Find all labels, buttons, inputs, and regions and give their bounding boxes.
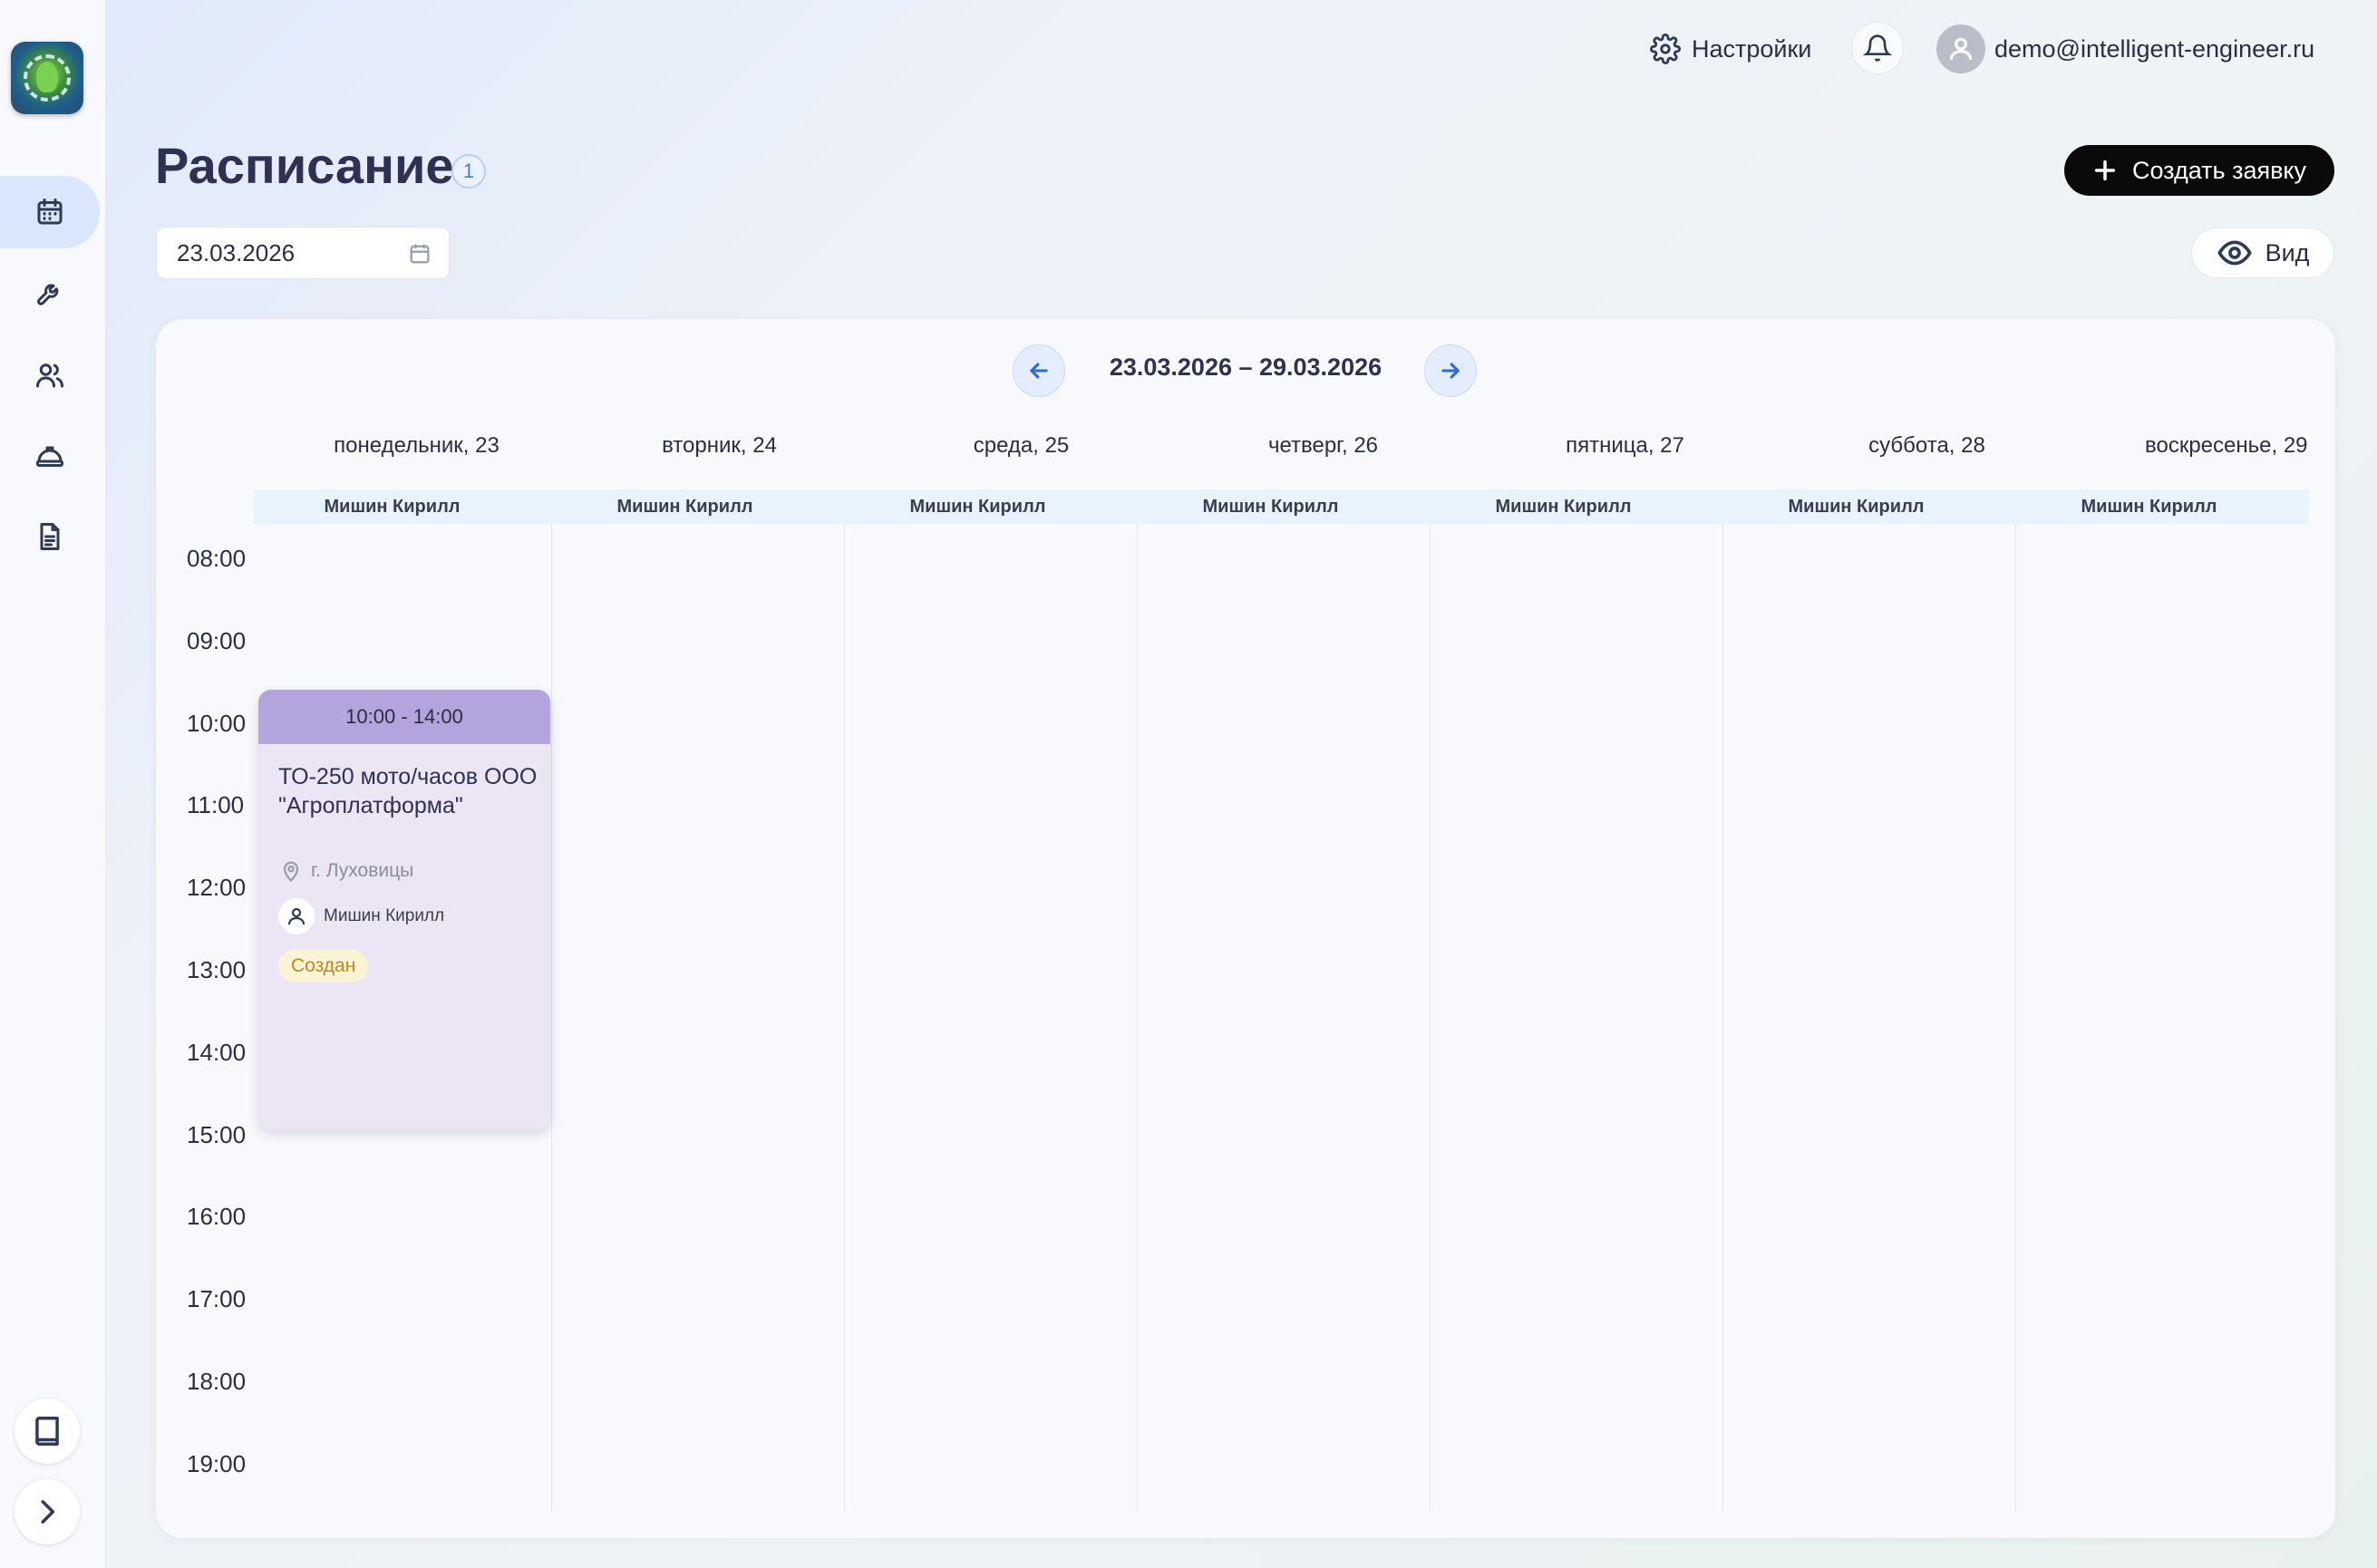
- date-value: 23.03.2026: [177, 238, 296, 266]
- create-request-label: Создать заявку: [2131, 156, 2307, 184]
- create-request-button[interactable]: Создать заявку: [2064, 145, 2334, 196]
- next-week-button[interactable]: [1424, 344, 1477, 397]
- date-picker-input[interactable]: 23.03.2026: [156, 227, 450, 279]
- event-title: ТО-250 мото/часов ООО "Агроплатформа": [278, 764, 538, 818]
- event-location: г. Луховицы: [278, 858, 413, 884]
- time-label: 10:00: [187, 710, 247, 737]
- arrow-right-icon: [1441, 363, 1460, 379]
- calendar-icon: [37, 198, 63, 225]
- day-header-sat: суббота, 28: [1868, 433, 1985, 458]
- time-label: 16:00: [187, 1203, 247, 1230]
- notifications-button[interactable]: [1851, 22, 1904, 74]
- book-icon: [35, 1417, 59, 1446]
- day-header-sun: воскресенье, 29: [2145, 433, 2308, 458]
- user-email: demo@intelligent-engineer.ru: [1994, 34, 2315, 63]
- day-header-wed: среда, 25: [973, 433, 1070, 458]
- sidebar-item-users[interactable]: [0, 339, 100, 411]
- person-avatar: [278, 898, 315, 934]
- page-title: Расписание: [155, 137, 454, 194]
- column-divider: [844, 524, 845, 1512]
- resource-cell-fri: Мишин Кирилл: [1495, 497, 1632, 517]
- settings-label: Настройки: [1692, 34, 1812, 63]
- avatar: [1936, 24, 1985, 73]
- knowledge-base-button[interactable]: [15, 1399, 80, 1464]
- view-button[interactable]: Вид: [2191, 227, 2334, 278]
- calendar-small-icon: [407, 241, 432, 273]
- time-label: 15:00: [187, 1121, 247, 1148]
- time-label: 13:00: [187, 956, 247, 983]
- view-label: Вид: [2265, 238, 2310, 266]
- bell-icon: [1863, 34, 1892, 62]
- resource-cell-mon: Мишин Кирилл: [324, 497, 461, 517]
- count-badge: 1: [451, 154, 486, 189]
- time-label: 19:00: [187, 1450, 247, 1477]
- location-pin-icon: [283, 861, 299, 883]
- resource-cell-sat: Мишин Кирилл: [1788, 497, 1925, 517]
- event-card[interactable]: 10:00 - 14:00 ТО-250 мото/часов ООО "Агр…: [258, 690, 550, 1130]
- event-assignee: Мишин Кирилл: [278, 898, 444, 934]
- resource-cell-tue: Мишин Кирилл: [616, 497, 753, 517]
- sidebar-item-service[interactable]: [0, 257, 100, 330]
- gear-icon: [1650, 34, 1681, 64]
- time-label: 08:00: [187, 545, 247, 572]
- time-label: 09:00: [187, 627, 247, 654]
- settings-link[interactable]: Настройки: [1650, 25, 1811, 73]
- day-header-mon: понедельник, 23: [334, 433, 500, 458]
- column-divider: [1722, 524, 1723, 1512]
- day-header-fri: пятница, 27: [1566, 433, 1684, 458]
- sidebar-item-schedule[interactable]: [0, 176, 100, 248]
- sidebar-item-documents[interactable]: [0, 500, 100, 573]
- time-label: 14:00: [187, 1039, 247, 1066]
- event-location-text: г. Луховицы: [311, 860, 414, 881]
- day-header-tue: вторник, 24: [662, 433, 777, 458]
- user-icon: [287, 907, 306, 925]
- user-icon: [1949, 37, 1973, 61]
- day-header-thu: четверг, 26: [1267, 433, 1379, 458]
- logo-leaf: [36, 62, 58, 92]
- status-badge: Создан: [278, 950, 369, 982]
- column-divider: [2015, 524, 2016, 1512]
- event-time: 10:00 - 14:00: [258, 690, 550, 744]
- event-assignee-name: Мишин Кирилл: [324, 906, 445, 925]
- wrench-icon: [37, 284, 59, 305]
- expand-sidebar-button[interactable]: [15, 1479, 80, 1544]
- users-icon: [36, 363, 63, 388]
- eye-icon: [2217, 240, 2252, 266]
- time-label: 12:00: [187, 874, 247, 901]
- plus-icon: [2094, 160, 2116, 181]
- resource-cell-wed: Мишин Кирилл: [909, 497, 1046, 517]
- sidebar: [0, 0, 106, 1568]
- sidebar-item-engineers[interactable]: [0, 420, 100, 492]
- resource-cell-thu: Мишин Кирилл: [1202, 497, 1339, 517]
- time-label: 18:00: [187, 1368, 247, 1395]
- app-logo[interactable]: [11, 42, 83, 114]
- column-divider: [551, 524, 552, 1512]
- chevron-right-icon: [41, 1500, 55, 1524]
- time-label: 17:00: [187, 1285, 247, 1312]
- column-divider: [1430, 524, 1431, 1512]
- time-label: 11:00: [187, 791, 245, 818]
- week-range: 23.03.2026 – 29.03.2026: [1109, 353, 1383, 381]
- column-divider: [1137, 524, 1138, 1512]
- resource-cell-sun: Мишин Кирилл: [2081, 497, 2217, 517]
- user-menu[interactable]: demo@intelligent-engineer.ru: [1936, 24, 2315, 73]
- hard-hat-icon: [36, 446, 63, 467]
- document-icon: [40, 523, 60, 550]
